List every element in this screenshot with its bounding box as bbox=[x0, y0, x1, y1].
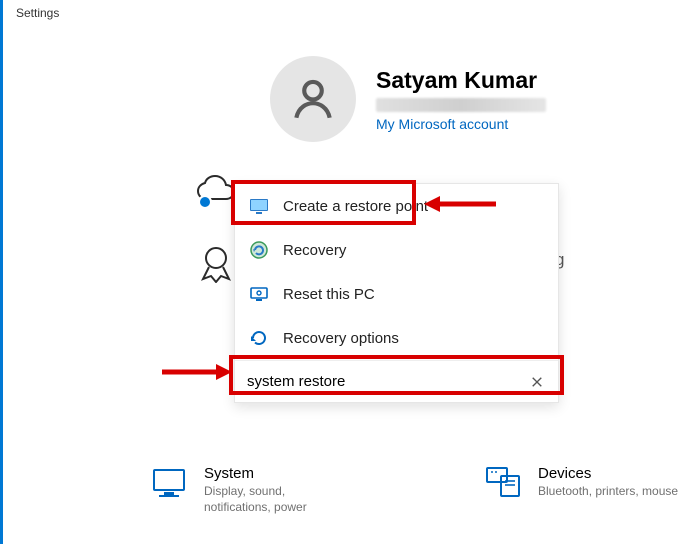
avatar[interactable] bbox=[270, 56, 356, 142]
sync-status-dot bbox=[198, 195, 212, 209]
search-result-reset-pc[interactable]: Reset this PC bbox=[235, 272, 558, 316]
devices-icon bbox=[484, 465, 522, 501]
search-result-create-restore-point[interactable]: Create a restore point bbox=[235, 184, 558, 228]
search-popup: Create a restore point Recovery Reset th… bbox=[234, 183, 559, 403]
ms-account-link[interactable]: My Microsoft account bbox=[376, 116, 546, 132]
profile-email-hidden bbox=[376, 98, 546, 112]
profile-text: Satyam Kumar My Microsoft account bbox=[376, 67, 546, 132]
category-text: Devices Bluetooth, printers, mouse bbox=[538, 465, 678, 500]
cloud-sync-icon bbox=[195, 175, 239, 205]
search-result-label: Recovery bbox=[283, 242, 346, 259]
category-description: Display, sound, notifications, power bbox=[204, 484, 354, 515]
search-result-recovery[interactable]: Recovery bbox=[235, 228, 558, 272]
background-rewards-icon bbox=[195, 245, 237, 286]
reset-pc-icon bbox=[249, 284, 269, 304]
window-accent-bar bbox=[0, 0, 3, 544]
window-title: Settings bbox=[16, 6, 59, 20]
recovery-disc-icon bbox=[249, 240, 269, 260]
recovery-options-icon bbox=[249, 328, 269, 348]
category-title: System bbox=[204, 465, 354, 482]
background-windows-update bbox=[195, 175, 239, 205]
system-icon bbox=[150, 465, 188, 501]
clear-search-button[interactable] bbox=[526, 371, 548, 393]
search-row bbox=[235, 360, 558, 402]
category-text: System Display, sound, notifications, po… bbox=[204, 465, 354, 515]
search-result-label: Recovery options bbox=[283, 330, 399, 347]
categories: System Display, sound, notifications, po… bbox=[150, 465, 678, 515]
category-description: Bluetooth, printers, mouse bbox=[538, 484, 678, 500]
category-title: Devices bbox=[538, 465, 678, 482]
annotation-arrow bbox=[158, 358, 234, 386]
category-system[interactable]: System Display, sound, notifications, po… bbox=[150, 465, 354, 515]
search-result-label: Reset this PC bbox=[283, 286, 375, 303]
profile-name: Satyam Kumar bbox=[376, 67, 546, 94]
person-icon bbox=[288, 74, 338, 124]
close-icon bbox=[531, 376, 543, 388]
category-devices[interactable]: Devices Bluetooth, printers, mouse bbox=[484, 465, 678, 515]
search-input[interactable] bbox=[245, 369, 526, 394]
monitor-check-icon bbox=[249, 196, 269, 216]
search-result-label: Create a restore point bbox=[283, 198, 428, 215]
profile: Satyam Kumar My Microsoft account bbox=[270, 56, 546, 142]
search-result-recovery-options[interactable]: Recovery options bbox=[235, 316, 558, 360]
